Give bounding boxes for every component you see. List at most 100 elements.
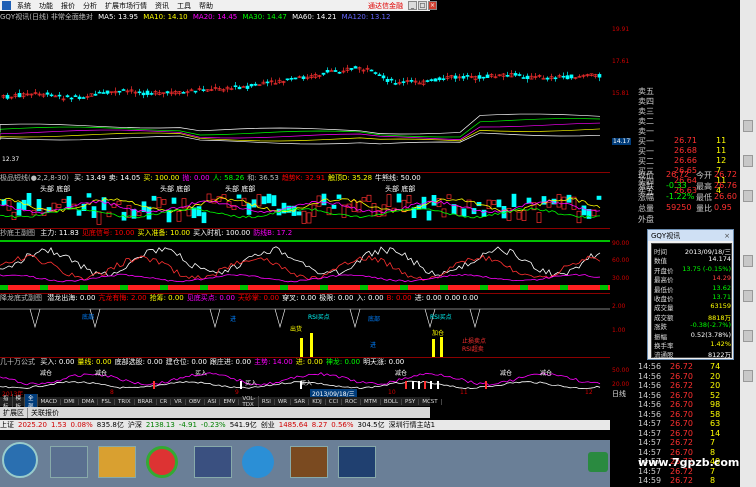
candle xyxy=(45,92,50,95)
menu-item-system[interactable]: 系统 xyxy=(13,1,35,11)
scrollbar-thumb[interactable] xyxy=(743,120,753,132)
candle xyxy=(569,74,574,79)
tab-indicator[interactable]: EMV xyxy=(220,398,240,405)
start-button-icon[interactable] xyxy=(2,442,38,478)
indicator-bar xyxy=(516,211,522,220)
tab-indicator[interactable]: SAR xyxy=(291,398,310,405)
candle xyxy=(425,80,430,82)
signal-band xyxy=(160,285,168,290)
signal-label: RSI买点 xyxy=(308,313,330,321)
date-month: 12 xyxy=(585,389,593,396)
candle xyxy=(193,90,198,93)
candle xyxy=(517,74,522,76)
maximize-button[interactable]: □ xyxy=(418,1,427,10)
signal-band xyxy=(120,285,128,290)
candle xyxy=(301,76,306,80)
candle xyxy=(321,72,326,75)
tab-indicator[interactable]: VOL-TDX xyxy=(239,395,259,408)
signal-bar xyxy=(300,338,303,357)
candle xyxy=(249,84,254,87)
tab-indicator[interactable]: OBV xyxy=(186,398,205,405)
bid-price: 26.71 xyxy=(674,136,697,145)
indicator-value: 抛: 0.00 xyxy=(182,174,210,182)
menu-item-function[interactable]: 功能 xyxy=(35,1,57,11)
menu-item-news[interactable]: 资讯 xyxy=(151,1,173,11)
tab-indicator[interactable]: MTM xyxy=(361,398,381,405)
taskbar-app-icon[interactable] xyxy=(194,446,232,478)
minimize-button[interactable]: _ xyxy=(408,1,417,10)
signal-bar xyxy=(440,337,443,357)
indicator-bar xyxy=(476,202,482,207)
bid-row: 买二 26.66 12 xyxy=(636,156,740,166)
scrollbar-thumb[interactable] xyxy=(743,155,753,167)
tab-indicator[interactable]: CR xyxy=(157,398,172,405)
tooltip-value: 14.29 xyxy=(712,274,731,283)
scrollbar-thumb[interactable] xyxy=(743,290,753,302)
candle xyxy=(597,74,602,78)
indicator-bar xyxy=(446,194,452,199)
tick-vol: 63 xyxy=(710,419,721,428)
tab-indicator[interactable]: RSI xyxy=(259,398,275,405)
tick-row: 14:56 26.70 58 xyxy=(636,410,740,420)
tab-indicator[interactable]: PSY xyxy=(402,398,420,405)
tab-related-quotes[interactable]: 关联报价 xyxy=(28,408,62,418)
taskbar-app-icon[interactable] xyxy=(290,446,328,478)
tab-indicator[interactable]: CCI xyxy=(326,398,343,405)
data-tooltip-window[interactable]: GQY视讯 × 时间 2013/09/18/三 数值 14.174 开盘价 13.75 (… xyxy=(647,229,734,360)
period-label[interactable]: 日线 xyxy=(612,389,626,399)
menu-item-extended-market[interactable]: 扩展市场行情 xyxy=(101,1,151,11)
candlestick-chart[interactable] xyxy=(0,22,610,172)
indicator-bar xyxy=(76,210,82,216)
scrollbar-thumb[interactable] xyxy=(743,255,753,267)
tooltip-titlebar[interactable]: GQY视讯 × xyxy=(648,230,733,241)
status-item: 304.5亿 xyxy=(357,421,385,429)
axis-tick: 90.00 xyxy=(612,240,630,247)
dragon-indicator-chart[interactable]: RSI买点 RSI买点出货底部进底部加仓进RSI超卖止损卖点 xyxy=(0,303,610,357)
tab-indicator[interactable]: MACD xyxy=(38,398,62,405)
scrollbar-thumb[interactable] xyxy=(743,370,753,382)
tab-indicator[interactable]: BRAR xyxy=(135,398,157,405)
scrollbar-thumb[interactable] xyxy=(743,330,753,342)
shortline-indicator-chart[interactable]: 头部 底部 头部 底部 头部 底部 头部 底部 xyxy=(0,183,610,227)
folder-icon[interactable] xyxy=(98,446,136,478)
close-icon[interactable]: × xyxy=(724,232,730,240)
menu-item-help[interactable]: 帮助 xyxy=(195,1,217,11)
tab-indicator[interactable]: TRIX xyxy=(115,398,135,405)
candle xyxy=(393,83,398,85)
scrollbar[interactable] xyxy=(740,0,756,487)
close-button[interactable]: × xyxy=(428,1,437,10)
status-item: 2138.13 xyxy=(145,421,175,429)
tab-indicator[interactable]: WR xyxy=(275,398,292,405)
blank xyxy=(636,72,740,82)
summary-value: 0.95 xyxy=(714,203,732,212)
menu-item-analysis[interactable]: 分析 xyxy=(79,1,101,11)
menu-item-tools[interactable]: 工具 xyxy=(173,1,195,11)
tab-indicator[interactable]: MCST xyxy=(419,398,442,405)
candle xyxy=(97,91,102,94)
chrome-icon[interactable] xyxy=(146,446,178,478)
tab-indicator[interactable]: KDJ xyxy=(309,398,326,405)
taskbar-app-icon[interactable] xyxy=(50,446,88,478)
tray-app-icon[interactable] xyxy=(588,452,608,472)
tab-indicator[interactable]: VR xyxy=(171,398,186,405)
menu-item-quote[interactable]: 报价 xyxy=(57,1,79,11)
browser-icon[interactable] xyxy=(242,446,274,478)
tab-indicator[interactable]: DMI xyxy=(61,398,79,405)
tooltip-row: 流通股 8122万 xyxy=(652,349,733,359)
tab-indicator[interactable]: DMA xyxy=(79,398,99,405)
candle xyxy=(329,70,334,72)
tab-indicator[interactable]: ASI xyxy=(205,398,221,405)
tab-indicator[interactable]: FSL xyxy=(98,398,116,405)
top-bottom-label: 头部 底部 xyxy=(40,184,70,193)
tick-vol: 7 xyxy=(710,438,716,447)
tab-indicator[interactable]: BOLL xyxy=(381,398,403,405)
brand-text: 通达信金融 xyxy=(368,1,403,10)
scrollbar-thumb[interactable] xyxy=(743,190,753,202)
tooltip-row: 振幅 0.52(3.78%) xyxy=(652,331,733,341)
candle xyxy=(465,75,470,77)
taskbar-app-icon[interactable] xyxy=(338,446,376,478)
tab-indicator[interactable]: ROC xyxy=(342,398,362,405)
bottom-fishing-chart[interactable] xyxy=(0,238,610,292)
candle xyxy=(181,92,186,94)
tab-extension-area[interactable]: 扩展区 xyxy=(0,407,28,418)
